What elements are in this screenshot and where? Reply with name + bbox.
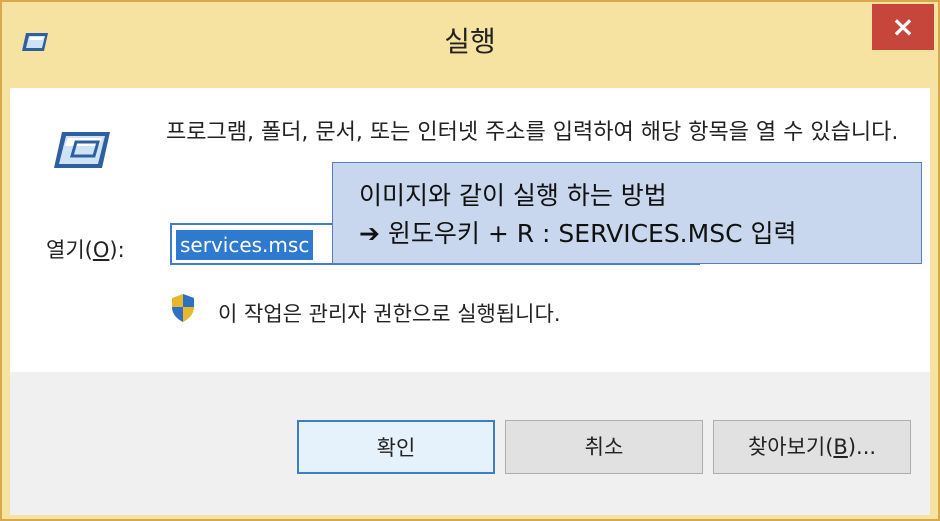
uac-shield-icon bbox=[170, 293, 196, 323]
open-label: 열기(O): bbox=[46, 234, 125, 264]
instruction-callout: 이미지와 같이 실행 하는 방법 ➔ 윈도우키 + R : SERVICES.M… bbox=[332, 162, 922, 264]
title-bar[interactable]: 실행 × bbox=[2, 2, 938, 86]
open-label-accesskey: O bbox=[92, 238, 110, 262]
window-title: 실행 bbox=[444, 25, 496, 58]
dialog-content: 프로그램, 폴더, 문서, 또는 인터넷 주소를 입력하여 해당 항목을 열 수… bbox=[10, 88, 930, 372]
description-text: 프로그램, 폴더, 문서, 또는 인터넷 주소를 입력하여 해당 항목을 열 수… bbox=[166, 120, 899, 145]
button-bar: 확인 취소 찾아보기(B)... bbox=[10, 372, 930, 515]
callout-line-2: ➔ 윈도우키 + R : SERVICES.MSC 입력 bbox=[359, 219, 797, 248]
run-dialog: 실행 × 프로그램, 폴더, 문서, 또는 인터넷 주소를 입력하여 해당 항목… bbox=[0, 0, 940, 521]
admin-notice: 이 작업은 관리자 권한으로 실행됩니다. bbox=[218, 302, 561, 326]
cancel-button[interactable]: 취소 bbox=[505, 420, 703, 474]
run-icon bbox=[50, 130, 112, 170]
open-input-selected-text: services.msc bbox=[176, 230, 314, 260]
close-icon: × bbox=[891, 10, 915, 43]
browse-label-suffix: )... bbox=[847, 435, 877, 459]
browse-label-prefix: 찾아보기( bbox=[747, 435, 834, 459]
ok-button[interactable]: 확인 bbox=[297, 420, 495, 474]
browse-button[interactable]: 찾아보기(B)... bbox=[713, 420, 911, 474]
open-label-prefix: 열기( bbox=[46, 238, 93, 262]
callout-line-1: 이미지와 같이 실행 하는 방법 bbox=[359, 181, 667, 210]
browse-label-accesskey: B bbox=[833, 435, 848, 459]
close-button[interactable]: × bbox=[872, 4, 934, 50]
open-label-suffix: ): bbox=[109, 238, 125, 262]
